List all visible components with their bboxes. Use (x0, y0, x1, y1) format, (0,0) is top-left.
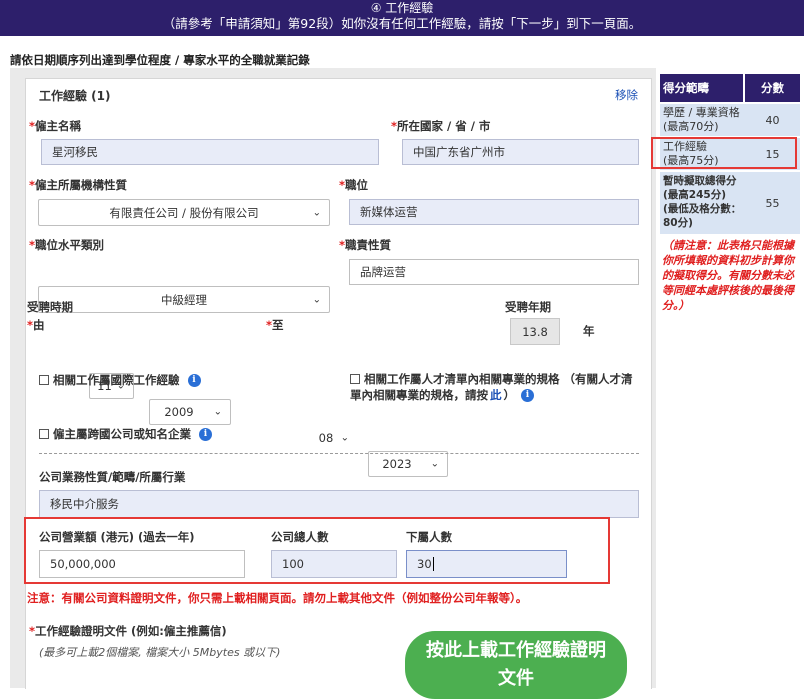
intro-text: 請依日期順序列出達到學位程度 / 專家水平的全職就業記錄 (10, 53, 310, 67)
years-label: 受聘年期 (505, 300, 551, 314)
score-header-points: 分數 (745, 74, 800, 102)
duty-label: *職責性質 (339, 238, 392, 252)
years-field: 13.8 (510, 318, 560, 345)
section-header: ④ 工作經驗 （請參考「申請須知」第92段）如你沒有任何工作經驗，請按「下一步」… (0, 0, 804, 36)
talent-list-link[interactable]: 此 (490, 387, 502, 403)
org-type-select[interactable]: 有限責任公司 / 股份有限公司 ⌄ (38, 199, 330, 226)
proof-label: *工作經驗證明文件 (例如:僱主推薦信) (29, 624, 227, 638)
to-label: *至 (266, 318, 284, 332)
position-label: *職位 (339, 178, 369, 192)
intl-checkbox[interactable] (39, 375, 49, 385)
mnc-checkbox[interactable] (39, 429, 49, 439)
info-icon[interactable]: i (187, 373, 201, 387)
score-row-total: 暫時擬取總得分 (最高245分) (最低及格分數： 80分) 55 (660, 172, 800, 234)
info-icon[interactable]: i (521, 388, 534, 402)
upload-proof-button[interactable]: 按此上載工作經驗證明 文件 (405, 631, 627, 699)
score-note: （請注意：此表格只能根據你所填報的資料初步計算你的擬取得分。有關分數未必等同經本… (662, 239, 794, 312)
chevron-down-icon: ⌄ (430, 458, 439, 470)
upload-warning: 注意：有關公司資料證明文件，你只需上載相關頁面。請勿上載其他文件（例如整份公司年… (27, 591, 528, 605)
section-title: ④ 工作經驗 (370, 1, 434, 15)
location-label: *所在國家 / 省 / 市 (391, 119, 491, 133)
duty-field[interactable]: 品牌运营 (349, 259, 639, 285)
section-subtitle: （請參考「申請須知」第92段）如你沒有任何工作經驗，請按「下一步」到下一頁面。 (162, 16, 642, 31)
business-label: 公司業務性質/範疇/所屬行業 (39, 470, 186, 484)
chevron-down-icon: ⌄ (213, 406, 222, 418)
employer-field[interactable]: 星河移民 (41, 139, 379, 165)
talent-checkbox-row[interactable]: 相關工作屬人才清單內相關專業的規格 （有關人才清 單內相關專業的規格，請按 此 … (350, 371, 633, 403)
work-experience-title: 工作經驗 (1) (39, 89, 111, 103)
chevron-down-icon: ⌄ (312, 207, 321, 218)
score-value: 40 (765, 113, 780, 127)
chevron-down-icon: ⌄ (340, 432, 349, 444)
work-experience-card: 工作經驗 (1) 移除 *僱主名稱 星河移民 *所在國家 / 省 / 市 中国广… (25, 78, 652, 689)
mnc-checkbox-row[interactable]: 僱主屬跨國公司或知名企業 i (39, 426, 212, 442)
remove-link[interactable]: 移除 (615, 87, 638, 103)
score-header-category: 得分範疇 (660, 74, 743, 102)
score-value: 55 (765, 196, 780, 210)
highlight-box (24, 517, 610, 584)
level-label: *職位水平類別 (29, 238, 105, 252)
employer-label: *僱主名稱 (29, 119, 82, 133)
period-label: 受聘時期 (27, 300, 73, 314)
intl-checkbox-row[interactable]: 相關工作屬國際工作經驗 i (39, 372, 201, 388)
position-field[interactable]: 新媒体运营 (349, 199, 639, 225)
talent-checkbox[interactable] (350, 374, 360, 384)
proof-hint: (最多可上載2個檔案, 檔案大小 5Mbytes 或以下) (39, 646, 281, 659)
score-row-education: 學歷 / 專業資格 (最高70分) 40 (660, 104, 800, 136)
org-type-label: *僱主所屬機構性質 (29, 178, 128, 192)
location-field[interactable]: 中国广东省广州市 (402, 139, 639, 165)
years-unit: 年 (583, 324, 595, 338)
to-year-select[interactable]: 2023 ⌄ (368, 451, 448, 477)
to-month-select[interactable]: 08 ⌄ (309, 425, 357, 451)
chevron-down-icon: ⌄ (312, 294, 321, 305)
divider (39, 453, 639, 454)
info-icon[interactable]: i (199, 427, 212, 441)
level-select[interactable]: 中級經理 ⌄ (38, 286, 330, 313)
highlight-box (651, 137, 797, 169)
from-label: *由 (27, 318, 45, 332)
from-year-select[interactable]: 2009 ⌄ (149, 399, 231, 425)
business-field[interactable]: 移民中介服务 (39, 490, 639, 518)
